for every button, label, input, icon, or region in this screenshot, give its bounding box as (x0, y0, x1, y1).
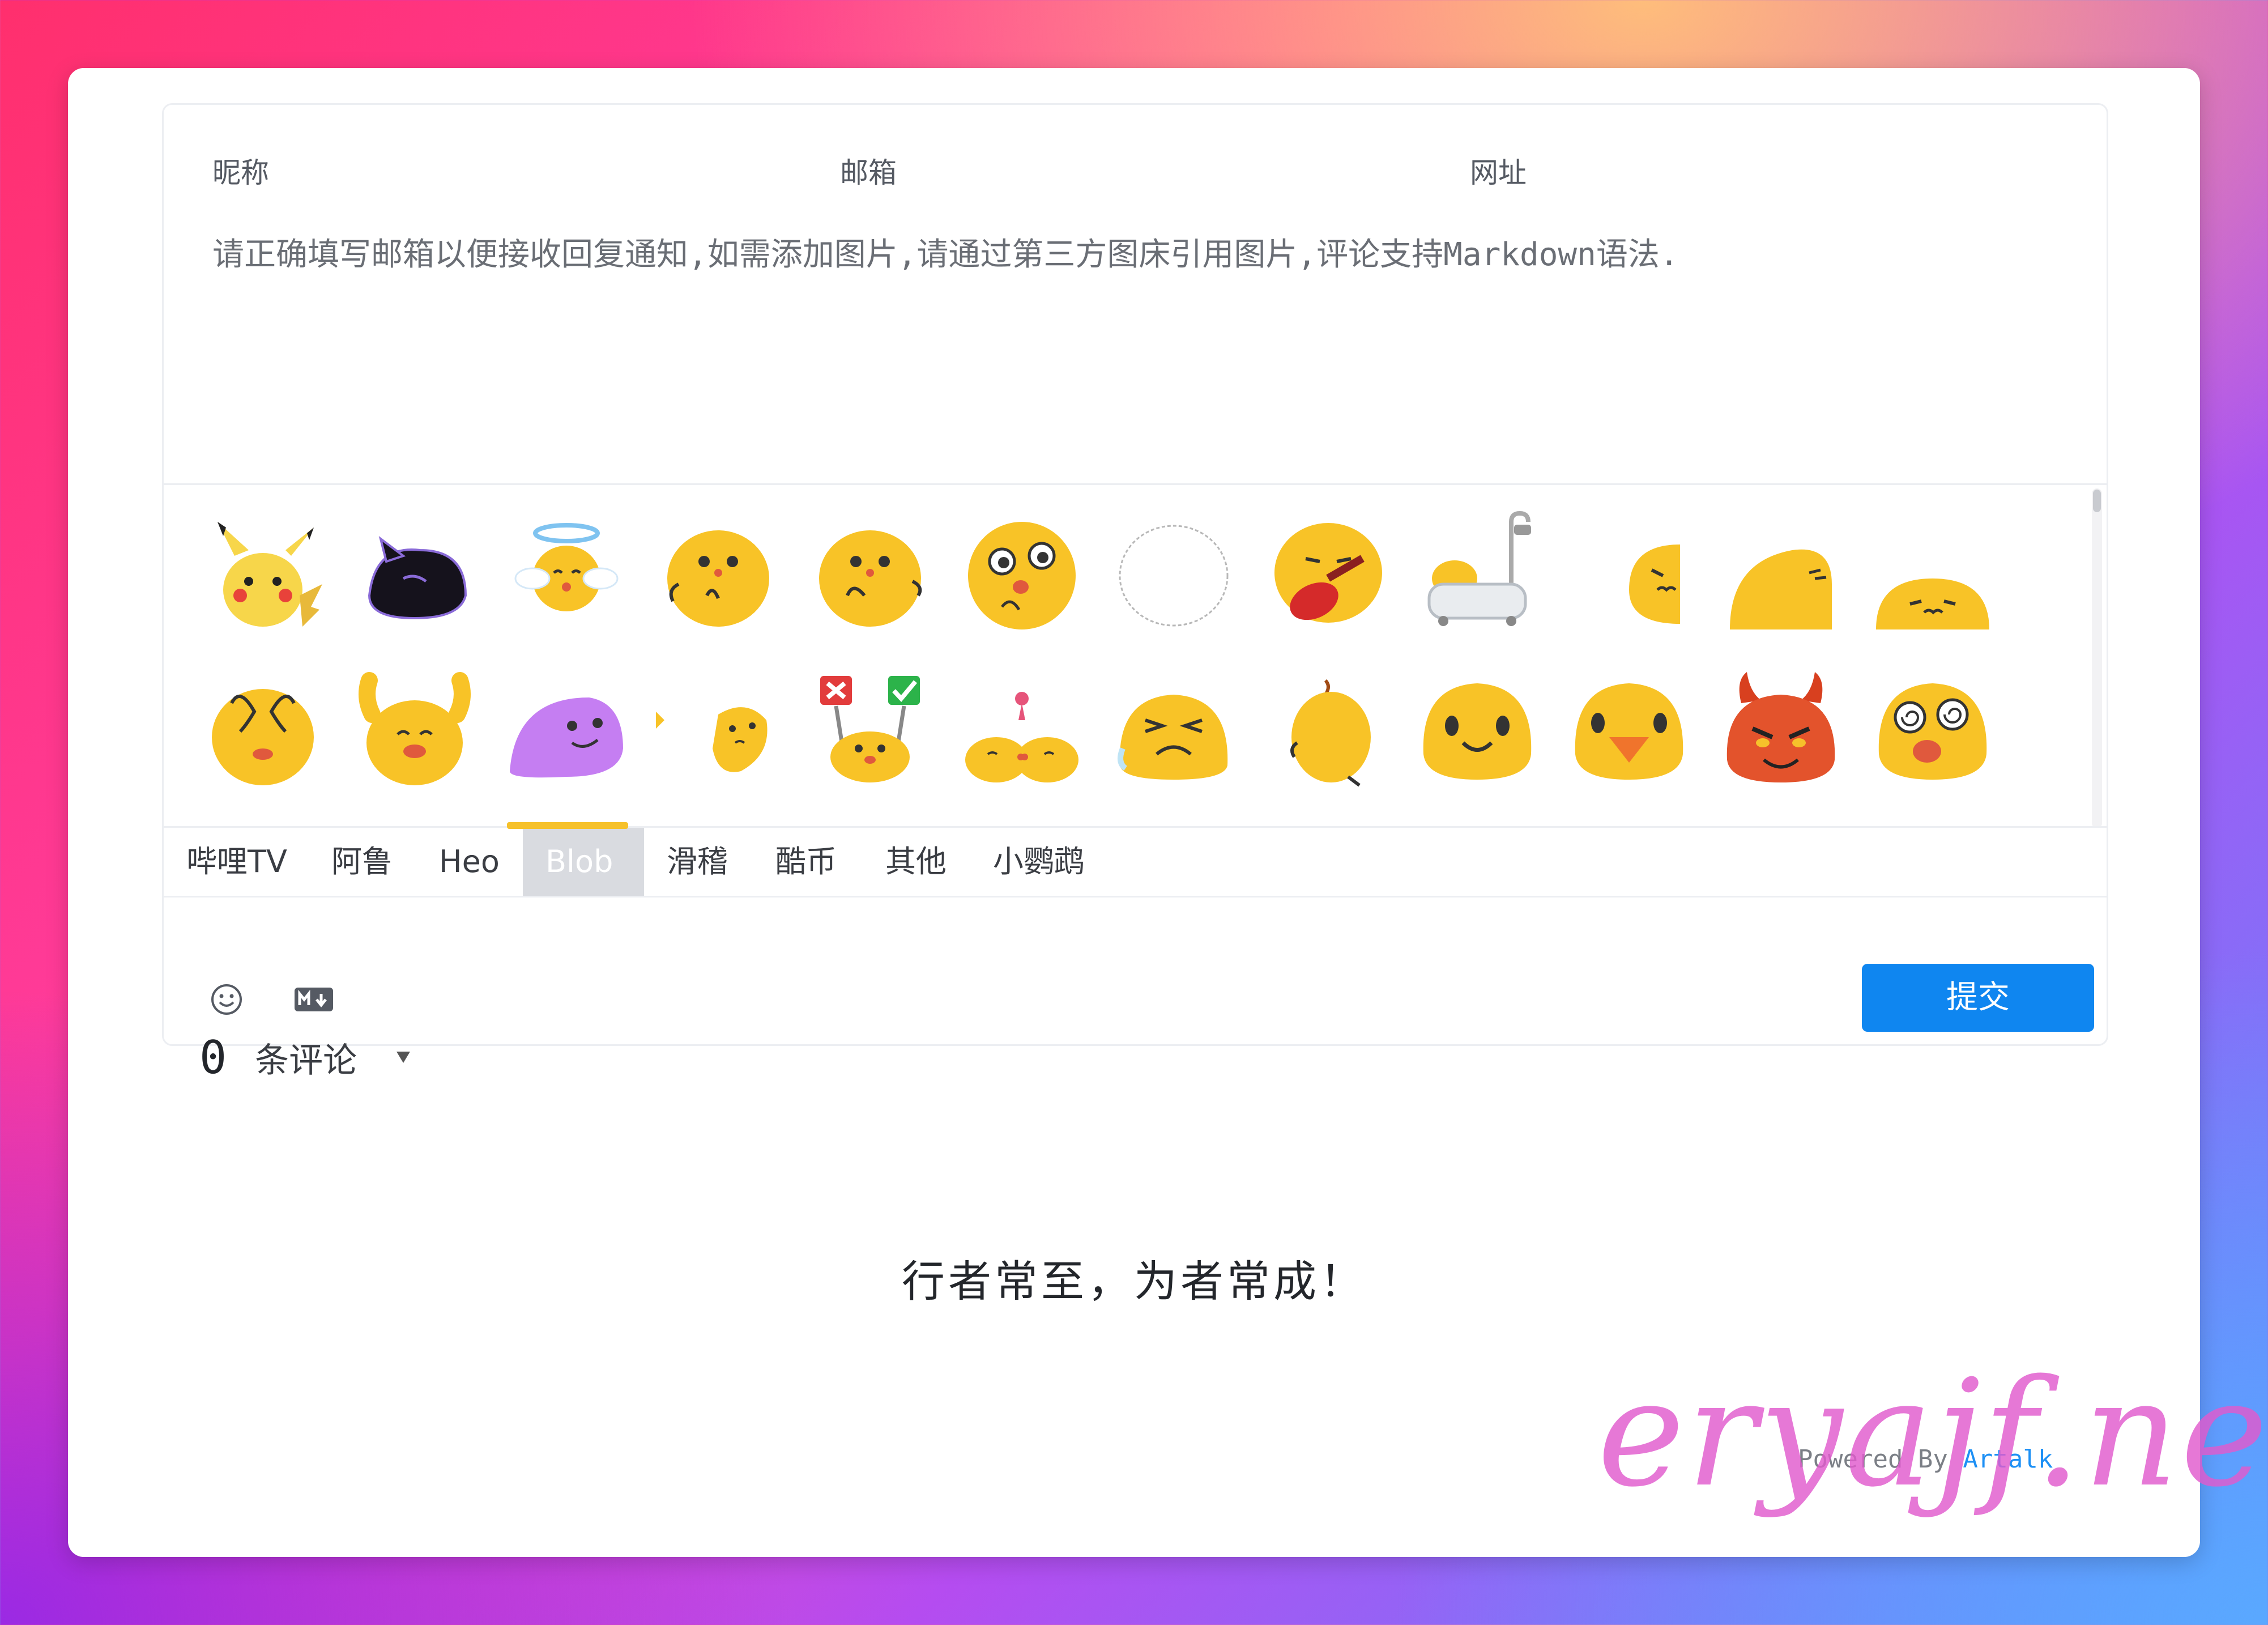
emoticon-blob-guitar[interactable] (1260, 508, 1391, 638)
site-watermark: eryajf.net (1597, 1349, 2268, 1520)
emoticon-blob-side[interactable] (653, 661, 783, 791)
emoticon-angel-blob[interactable] (501, 508, 632, 638)
comment-card: 昵称 邮箱 网址 请正确填写邮箱以便接收回复通知,如需添加图片,请通过第三方图床… (68, 68, 2200, 1557)
emoticon-blob-dizzy[interactable] (1868, 661, 1998, 791)
emoticon-blob-devil[interactable] (1716, 661, 1846, 791)
tab-heo[interactable]: Heo (416, 828, 522, 896)
submit-button[interactable]: 提交 (1862, 964, 2094, 1032)
link-field[interactable]: 网址 (1470, 150, 1527, 195)
smiley-icon[interactable] (207, 980, 246, 1019)
emoticon-blob-back[interactable] (1260, 661, 1391, 791)
emoticon-blob-melt[interactable] (1868, 508, 1998, 638)
emoticon-blob-hug[interactable] (805, 508, 935, 638)
emoticon-blob-facepalm[interactable] (198, 661, 328, 791)
emoticon-black-cat[interactable] (349, 508, 480, 638)
email-field[interactable]: 邮箱 (840, 150, 897, 195)
tab-kubi[interactable]: 酷币 (753, 828, 859, 896)
tab-bilibili-tv[interactable]: 哔哩TV (164, 828, 310, 896)
comment-count-label: 条评论 (255, 1040, 357, 1081)
nick-field[interactable]: 昵称 (212, 150, 269, 195)
editor-toolbar: 提交 (164, 951, 2107, 1044)
emoticon-panel: 哔哩TV 阿鲁 Heo Blob 滑稽 酷币 其他 小鹦鹉 (164, 483, 2107, 953)
emoticon-blob-peek[interactable] (1564, 508, 1694, 638)
emoticon-blob-surprised[interactable] (957, 508, 1087, 638)
emoticon-purple-blob[interactable] (501, 661, 632, 791)
emoticon-blob-sleep[interactable] (1716, 508, 1846, 638)
emoticon-blob-bathtub[interactable] (1412, 508, 1542, 638)
emoticon-blob-vote[interactable] (805, 661, 935, 791)
comment-count-number: 0 (199, 1031, 227, 1084)
emoticon-blob-bird[interactable] (1564, 661, 1694, 791)
comment-editor: 昵称 邮箱 网址 请正确填写邮箱以便接收回复通知,如需添加图片,请通过第三方图床… (162, 103, 2108, 1046)
tab-other[interactable]: 其他 (863, 828, 969, 896)
emoticon-blob-sad[interactable] (1109, 661, 1239, 791)
tab-blob-label: Blob (545, 844, 613, 879)
tab-aru[interactable]: 阿鲁 (309, 828, 415, 896)
comment-textarea[interactable]: 请正确填写邮箱以便接收回复通知,如需添加图片,请通过第三方图床引用图片,评论支持… (212, 229, 2082, 456)
tab-parrot[interactable]: 小鹦鹉 (970, 828, 1107, 896)
sort-dropdown-caret-icon[interactable] (397, 1052, 411, 1063)
emoticon-blob-cheer[interactable] (349, 661, 480, 791)
tab-blob[interactable]: Blob (507, 822, 644, 896)
active-tab-indicator (507, 822, 628, 829)
emoticon-blob-smile[interactable] (1412, 661, 1542, 791)
emoticon-blob-wave[interactable] (653, 508, 783, 638)
tab-huaji[interactable]: 滑稽 (644, 828, 751, 896)
emoticon-pikachu[interactable] (198, 508, 328, 638)
emoticon-blob-outline[interactable] (1109, 508, 1239, 638)
emoticon-scrollbar[interactable] (2092, 488, 2102, 828)
emoticon-tab-bar: 哔哩TV 阿鲁 Heo Blob 滑稽 酷币 其他 小鹦鹉 (164, 822, 2107, 897)
emoticon-scroll-thumb[interactable] (2093, 490, 2101, 512)
slogan: 行者常至，为者常成！ (902, 1256, 1366, 1307)
comment-count: 0 条评论 (199, 1023, 411, 1091)
markdown-icon[interactable] (294, 980, 334, 1019)
emoticon-blob-kiss[interactable] (957, 661, 1087, 791)
